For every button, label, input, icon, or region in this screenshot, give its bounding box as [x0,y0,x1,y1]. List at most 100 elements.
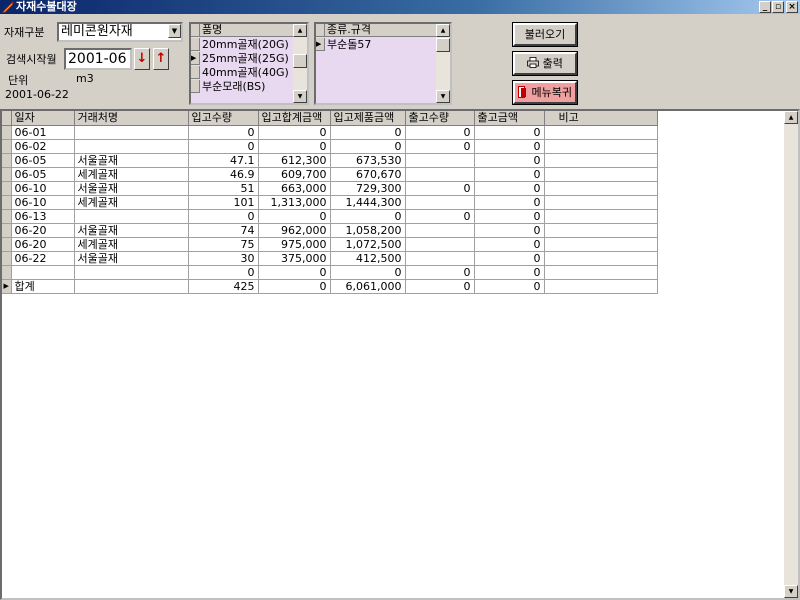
table-cell[interactable]: 975,000 [258,237,331,252]
table-cell[interactable]: 서울골재 [74,223,189,238]
scroll-up-icon[interactable]: ▲ [436,24,450,37]
table-cell[interactable]: 06-02 [11,139,75,154]
table-cell[interactable]: 0 [188,139,259,154]
category-select[interactable]: 레미콘원자재 ▼ [57,22,183,42]
table-cell[interactable] [544,251,658,266]
row-selector[interactable] [2,167,12,182]
table-cell[interactable]: 06-20 [11,223,75,238]
table-cell[interactable] [544,139,658,154]
column-header[interactable]: 입고수량 [188,111,259,126]
table-cell[interactable]: 101 [188,195,259,210]
scroll-down-icon[interactable]: ▼ [784,585,798,598]
table-row[interactable]: 06-22 서울골재 30 375,000 412,500 0 [2,251,658,266]
table-cell[interactable] [74,209,189,224]
table-row[interactable]: 06-13 0 0 0 0 0 [2,209,658,224]
table-cell[interactable]: 663,000 [258,181,331,196]
table-row[interactable]: 06-01 0 0 0 0 0 [2,125,658,140]
table-cell[interactable] [74,265,189,280]
table-cell[interactable]: 6,061,000 [330,279,406,294]
product-list-scrollbar[interactable]: ▲ ▼ [293,24,307,103]
table-cell[interactable]: 서울골재 [74,153,189,168]
table-cell[interactable]: 0 [258,279,331,294]
minimize-button[interactable]: _ [759,1,771,13]
table-cell[interactable]: 0 [405,181,475,196]
chevron-down-icon[interactable]: ▼ [168,24,181,38]
table-cell[interactable]: 0 [258,209,331,224]
column-header[interactable]: 입고제품금액 [330,111,406,126]
row-selector[interactable] [2,251,12,266]
table-row[interactable]: 06-05 세계골재 46.9 609,700 670,670 0 [2,167,658,182]
table-cell[interactable]: 0 [330,139,406,154]
table-cell[interactable]: 612,300 [258,153,331,168]
print-button[interactable]: 출력 [513,52,577,75]
table-cell[interactable] [544,181,658,196]
row-selector[interactable] [2,195,12,210]
row-selector[interactable] [2,223,12,238]
table-cell[interactable]: 06-10 [11,181,75,196]
table-row[interactable]: 00000 [2,265,658,280]
table-cell[interactable]: 0 [405,125,475,140]
table-row[interactable]: 06-02 0 0 0 0 0 [2,139,658,154]
table-cell[interactable]: 06-20 [11,237,75,252]
table-cell[interactable]: 670,670 [330,167,406,182]
current-row-icon[interactable]: ▶ [2,279,12,294]
scroll-up-icon[interactable]: ▲ [784,111,798,124]
list-item[interactable]: 부순모래(BS) [191,80,293,93]
spec-list[interactable]: 종류.규격 ▶ 부순돌57 ▲ ▼ [314,22,452,105]
table-cell[interactable]: 0 [474,223,545,238]
table-cell[interactable]: 0 [330,265,406,280]
table-row[interactable]: 06-20 세계골재 75 975,000 1,072,500 0 [2,237,658,252]
table-cell[interactable]: 합계 [11,279,75,294]
table-cell[interactable]: 729,300 [330,181,406,196]
table-cell[interactable] [405,153,475,168]
table-cell[interactable]: 0 [405,279,475,294]
table-cell[interactable] [405,223,475,238]
table-cell[interactable]: 1,444,300 [330,195,406,210]
list-item[interactable]: ▶ 부순돌57 [316,38,436,51]
table-cell[interactable]: 06-05 [11,167,75,182]
scroll-up-icon[interactable]: ▲ [293,24,307,37]
table-cell[interactable]: 75 [188,237,259,252]
scroll-down-icon[interactable]: ▼ [293,90,307,103]
month-down-button[interactable]: ↓ [134,48,150,70]
table-cell[interactable]: 0 [474,237,545,252]
close-button[interactable]: × [786,1,798,13]
table-cell[interactable]: 0 [474,125,545,140]
table-cell[interactable]: 425 [188,279,259,294]
table-cell[interactable]: 51 [188,181,259,196]
load-button[interactable]: 불러오기 [513,23,577,46]
table-cell[interactable]: 1,072,500 [330,237,406,252]
column-header[interactable]: 거래처명 [74,111,189,126]
table-cell[interactable] [11,265,75,280]
table-cell[interactable]: 0 [330,209,406,224]
column-header[interactable]: 입고합계금액 [258,111,331,126]
row-selector[interactable] [2,265,12,280]
column-header[interactable]: 출고수량 [405,111,475,126]
table-cell[interactable] [74,279,189,294]
table-row[interactable]: 06-10 서울골재 51 663,000 729,300 0 0 [2,181,658,196]
table-cell[interactable]: 1,058,200 [330,223,406,238]
table-row[interactable]: ▶ 합계 425 0 6,061,000 0 0 [2,279,658,294]
table-cell[interactable] [405,195,475,210]
table-cell[interactable] [544,167,658,182]
table-cell[interactable]: 0 [405,209,475,224]
list-item[interactable]: 40mm골재(40G) [191,66,293,79]
row-selector[interactable] [2,153,12,168]
table-cell[interactable]: 1,313,000 [258,195,331,210]
scroll-thumb[interactable] [293,54,307,68]
table-cell[interactable] [405,237,475,252]
scroll-thumb[interactable] [436,38,450,52]
ledger-grid[interactable]: 일자 거래처명 입고수량 입고합계금액 입고제품금액 출고수량 출고금액 비고 … [0,109,800,600]
table-cell[interactable]: 74 [188,223,259,238]
table-cell[interactable]: 609,700 [258,167,331,182]
table-cell[interactable] [544,279,658,294]
table-cell[interactable] [544,209,658,224]
column-header[interactable]: 일자 [11,111,75,126]
table-cell[interactable]: 06-10 [11,195,75,210]
table-cell[interactable]: 0 [188,209,259,224]
table-cell[interactable]: 서울골재 [74,251,189,266]
table-cell[interactable]: 세계골재 [74,237,189,252]
column-header[interactable]: 비고 [544,111,658,126]
grid-scrollbar[interactable]: ▲ ▼ [784,111,798,598]
table-cell[interactable]: 06-05 [11,153,75,168]
